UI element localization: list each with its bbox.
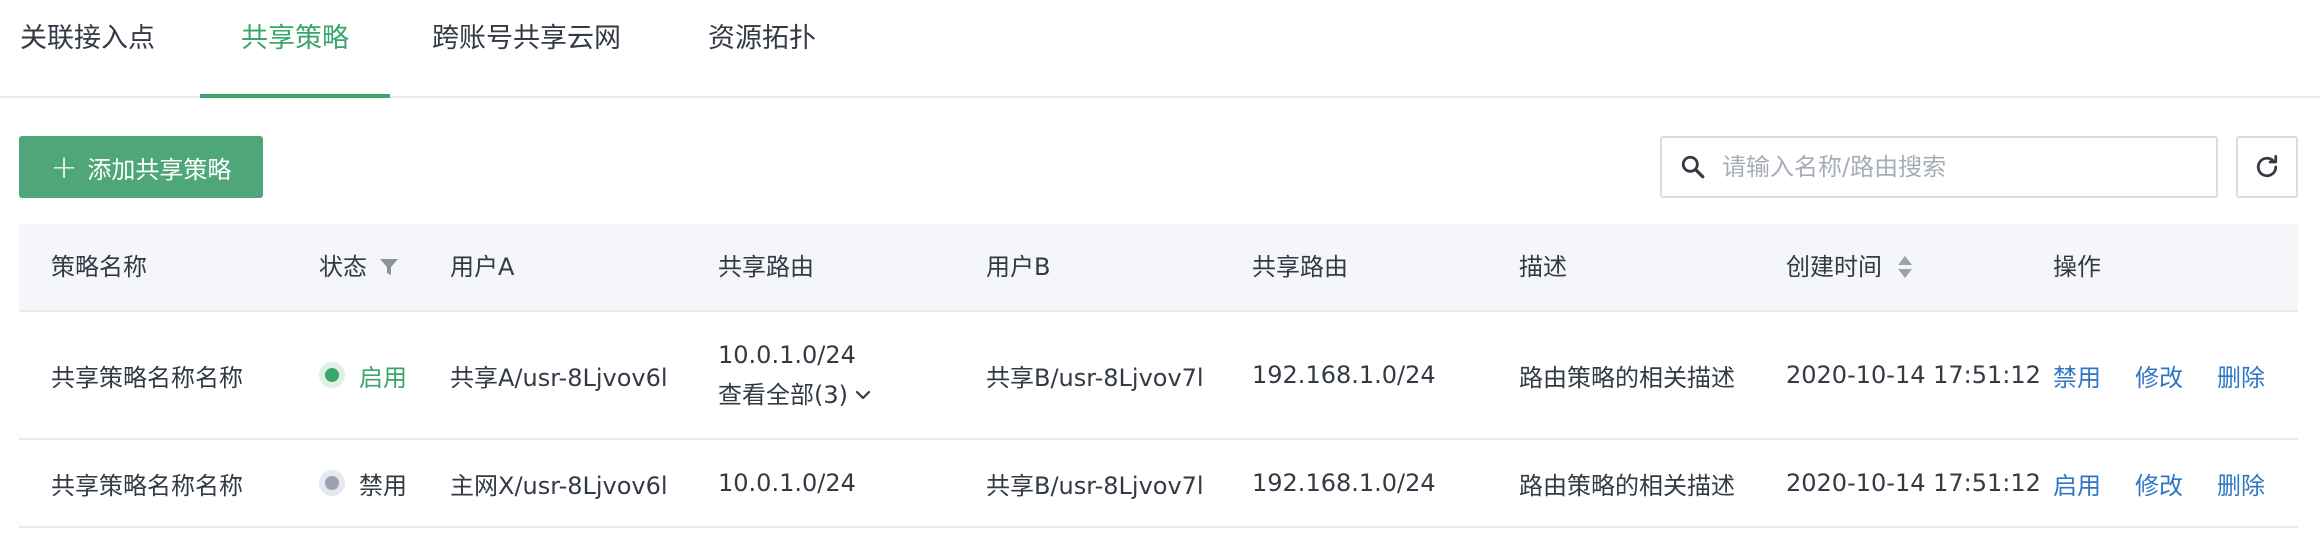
shared-route-a-cell: 10.0.1.0/24 查看全部(3) [718, 312, 872, 438]
sharing-policy-table: 策略名称 状态 用户A 共享路由 用户B 共享路由 描述 创建时间 操作 共享策… [19, 224, 2298, 528]
enable-button[interactable]: 启用 [2053, 466, 2101, 501]
description-cell: 路由策略的相关描述 [1519, 363, 1735, 392]
shared-route-b-cell: 192.168.1.0/24 [1252, 469, 1436, 497]
header-user-b: 用户B [986, 253, 1051, 281]
actions-cell: 启用 修改 删除 [2053, 440, 2265, 526]
status-enabled-indicator [319, 362, 345, 388]
description-cell: 路由策略的相关描述 [1519, 471, 1735, 500]
refresh-button[interactable] [2236, 136, 2298, 198]
policy-name-cell: 共享策略名称名称 [51, 363, 243, 392]
header-status-label: 状态 [319, 253, 367, 281]
status-cell: 禁用 [319, 440, 407, 526]
tab-bar: 关联接入点 共享策略 跨账号共享云网 资源拓扑 [0, 0, 2320, 98]
edit-button[interactable]: 修改 [2135, 358, 2183, 393]
search-input[interactable] [1720, 152, 2216, 182]
table-row: 共享策略名称名称 启用 共享A/usr-8Ljvov6l 10.0.1.0/24… [19, 312, 2298, 440]
actions-cell: 禁用 修改 删除 [2053, 312, 2265, 438]
delete-button[interactable]: 删除 [2217, 466, 2265, 501]
shared-route-b-cell: 192.168.1.0/24 [1252, 361, 1436, 389]
filter-icon[interactable] [379, 257, 399, 277]
header-shared-route-b: 共享路由 [1252, 253, 1348, 281]
plus-icon: + [50, 148, 78, 186]
view-all-routes-link[interactable]: 查看全部(3) [718, 375, 872, 415]
header-created-time: 创建时间 [1786, 224, 1914, 310]
header-status: 状态 [319, 224, 399, 310]
edit-button[interactable]: 修改 [2135, 466, 2183, 501]
user-a-cell: 主网X/usr-8Ljvov6l [450, 471, 668, 500]
refresh-icon [2256, 155, 2278, 178]
shared-route-a-cell: 10.0.1.0/24 [718, 469, 856, 497]
status-cell: 启用 [319, 312, 407, 438]
tab-associated-access-points[interactable]: 关联接入点 [20, 0, 160, 96]
user-b-cell: 共享B/usr-8Ljvov7l [986, 363, 1204, 392]
created-time-cell: 2020-10-14 17:51:12 [1786, 361, 2041, 389]
tab-cross-account-sharing[interactable]: 跨账号共享云网 [432, 0, 632, 96]
view-all-label: 查看全部(3) [718, 381, 848, 409]
header-user-a: 用户A [450, 253, 515, 281]
header-actions: 操作 [2053, 253, 2101, 281]
header-shared-route-a: 共享路由 [718, 253, 814, 281]
header-policy-name: 策略名称 [51, 253, 147, 281]
search-icon [1681, 155, 1705, 179]
delete-button[interactable]: 删除 [2217, 358, 2265, 393]
table-header: 策略名称 状态 用户A 共享路由 用户B 共享路由 描述 创建时间 操作 [19, 224, 2298, 312]
created-time-cell: 2020-10-14 17:51:12 [1786, 469, 2041, 497]
tab-sharing-policies[interactable]: 共享策略 [200, 0, 390, 98]
header-description: 描述 [1519, 253, 1567, 281]
header-created-time-label: 创建时间 [1786, 253, 1882, 281]
search-box [1660, 136, 2218, 198]
policy-name-cell: 共享策略名称名称 [51, 471, 243, 500]
add-button-label: 添加共享策略 [87, 155, 232, 184]
tab-resource-topology[interactable]: 资源拓扑 [708, 0, 838, 96]
table-row: 共享策略名称名称 禁用 主网X/usr-8Ljvov6l 10.0.1.0/24… [19, 440, 2298, 528]
user-a-cell: 共享A/usr-8Ljvov6l [450, 363, 668, 392]
status-badge: 启用 [359, 363, 407, 392]
status-badge: 禁用 [359, 471, 407, 500]
add-sharing-policy-button[interactable]: + 添加共享策略 [19, 136, 263, 198]
sort-icon[interactable] [1896, 254, 1914, 280]
status-disabled-indicator [319, 470, 345, 496]
user-b-cell: 共享B/usr-8Ljvov7l [986, 471, 1204, 500]
chevron-down-icon [855, 390, 871, 400]
route-value: 10.0.1.0/24 [718, 341, 856, 369]
disable-button[interactable]: 禁用 [2053, 358, 2101, 393]
